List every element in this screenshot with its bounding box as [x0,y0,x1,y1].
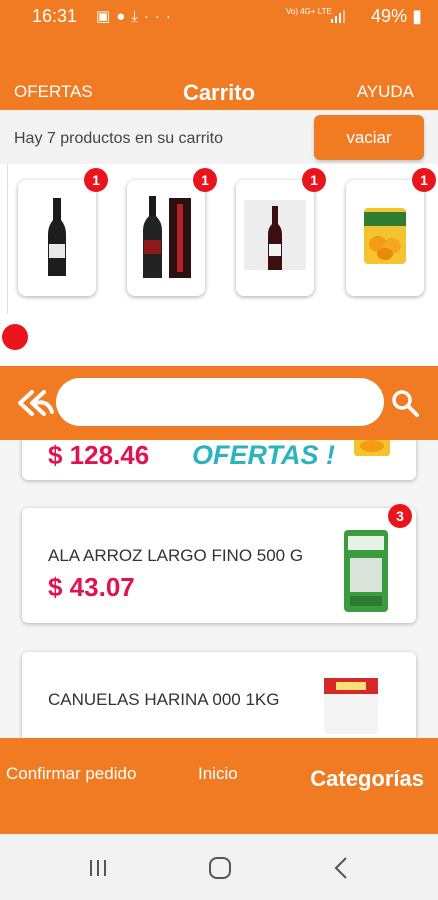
cart-items-strip[interactable]: 1 1 1 1 [0,164,438,366]
wine-bottle-image [244,200,306,270]
download-icon: ⤓ [131,8,144,25]
cart-item[interactable]: 1 [346,168,436,296]
bottom-nav: Confirmar pedido Inicio Categorías [0,738,438,834]
search-input[interactable] [56,378,384,426]
search-icon[interactable] [390,388,420,418]
app-header: OFERTAS Carrito AYUDA [0,34,438,110]
quantity-badge: 1 [412,168,436,192]
confirm-order-button[interactable]: Confirmar pedido [6,764,136,784]
quantity-badge: 1 [84,168,108,192]
facebook-icon: ● [116,8,132,25]
strip-edge [0,164,8,314]
product-card[interactable]: CANUELAS HARINA 000 1KG [22,652,416,738]
battery-icon: ▮ [412,6,422,26]
ayuda-link[interactable]: AYUDA [357,82,414,102]
product-card[interactable]: $ 128.46 OFERTAS ! [22,440,416,480]
rewind-back-icon[interactable] [16,388,54,418]
canned-fruit-image [364,208,406,264]
ofertas-label: OFERTAS ! [192,440,336,470]
signal-icon [331,10,345,23]
scroll-indicator-dot [2,324,28,350]
cart-item[interactable]: 1 [127,168,217,296]
product-image [354,440,390,456]
home-button[interactable]: Inicio [198,764,238,784]
cart-count-message: Hay 7 productos en su carrito [14,130,223,147]
product-name: CANUELAS HARINA 000 1KG [48,690,280,709]
cart-item[interactable]: 1 [236,168,326,296]
product-price: $ 128.46 [48,440,150,470]
categories-button[interactable]: Categorías [310,766,424,792]
quantity-badge: 1 [193,168,217,192]
cart-item[interactable]: 1 [18,168,108,296]
wine-bottle-box-image [143,196,191,278]
product-price: $ 43.07 [48,572,135,602]
back-icon[interactable] [328,854,356,882]
search-bar [0,366,438,440]
product-card[interactable]: ALA ARROZ LARGO FINO 500 G $ 43.07 3 [22,504,416,623]
clear-cart-button[interactable]: vaciar [314,115,424,160]
more-icon: ··· [143,8,177,25]
product-name: ALA ARROZ LARGO FINO 500 G [48,546,304,565]
flour-package-image [324,678,378,734]
wine-bottle-image [48,198,66,276]
battery-status: 49% ▮ [371,6,422,27]
rice-package-image [344,530,388,612]
status-bar: 16:31 ▣●⤓··· Vo) 4G+ LTE 49% ▮ [0,0,438,34]
home-icon[interactable] [206,854,234,882]
notification-icons: ▣●⤓··· [96,7,177,25]
cart-info-bar: Hay 7 productos en su carrito vaciar [0,110,438,164]
image-icon: ▣ [96,8,117,25]
system-nav-bar [0,834,438,900]
battery-level: 49% [371,6,408,26]
quantity-badge: 1 [302,168,326,192]
quantity-badge: 3 [388,504,412,528]
product-list[interactable]: $ 128.46 OFERTAS ! ALA ARROZ LARGO FINO … [0,440,438,738]
status-time: 16:31 [32,6,78,26]
recent-apps-icon[interactable] [84,854,112,882]
